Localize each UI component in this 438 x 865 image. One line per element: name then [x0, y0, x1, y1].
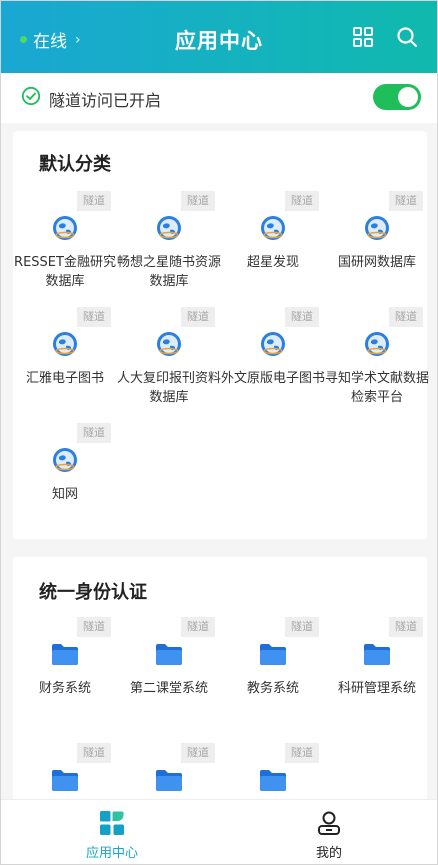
app-label: 寻知学术文献数据检索平台: [325, 371, 430, 405]
app-label: 财务系统: [38, 681, 91, 696]
app-label: 科研管理系统: [337, 681, 416, 696]
section-title: 统一身份认证: [39, 582, 147, 603]
tunnel-tag: 隧道: [389, 307, 423, 327]
app-label: 汇雅电子图书: [25, 371, 104, 386]
tunnel-tag: 隧道: [389, 191, 423, 211]
tunnel-tag: 隧道: [285, 191, 319, 211]
folder-icon: [154, 765, 184, 795]
globe-icon: [50, 445, 80, 475]
app-tile[interactable]: 隧道 RESSET金融研究数据库: [13, 191, 117, 301]
tunnel-tag: 隧道: [77, 617, 111, 637]
toggle-knob: [398, 87, 418, 107]
app-label: 外文原版电子图书: [221, 371, 326, 386]
nav-app-center[interactable]: 应用中心: [37, 800, 187, 865]
section-title: 默认分类: [39, 154, 111, 175]
section-unified-auth: 统一身份认证 隧道财务系统隧道第二课堂系统隧道教务系统隧道科研管理系统隧道人事系…: [13, 557, 427, 817]
app-tile[interactable]: 隧道第二课堂系统: [117, 617, 221, 727]
check-circle-icon: [21, 86, 41, 106]
tunnel-tag: 隧道: [77, 307, 111, 327]
tunnel-tag: 隧道: [285, 743, 319, 763]
section-default-category: 默认分类 隧道 RESSET金融研究数据库 隧道 畅想之星随书资源数据库 隧道 超星发现隧…: [13, 131, 429, 539]
app-label: 教务系统: [246, 681, 299, 696]
tunnel-tag: 隧道: [181, 307, 215, 327]
folder-icon: [154, 639, 184, 669]
app-tile[interactable]: 隧道畅想之星随书资源数据库: [117, 191, 221, 301]
grid-icon[interactable]: [351, 25, 375, 49]
tunnel-tag: 隧道: [181, 191, 215, 211]
tunnel-toggle[interactable]: [373, 84, 421, 110]
globe-icon: [50, 213, 80, 243]
search-icon[interactable]: [395, 25, 419, 49]
globe-icon: [154, 213, 184, 243]
app-tile[interactable]: 隧道科研管理系统: [325, 617, 427, 727]
globe-icon: [258, 213, 288, 243]
app-tile[interactable]: 隧道人大复印报刊资料数据库: [117, 307, 221, 417]
tunnel-status-text: 隧道访问已开启: [49, 91, 162, 110]
tunnel-tag: 隧道: [77, 743, 111, 763]
nav-label: 应用中心: [85, 846, 138, 861]
nav-label: 我的: [315, 846, 342, 861]
folder-icon: [362, 639, 392, 669]
user-icon: [318, 811, 340, 835]
tunnel-tag: 隧道: [181, 743, 215, 763]
tunnel-tag: 隧道: [389, 617, 423, 637]
globe-icon: [258, 329, 288, 359]
app-tile[interactable]: 隧道超星发现: [221, 191, 325, 301]
tunnel-tag: 隧道: [181, 617, 215, 637]
globe-icon: [154, 329, 184, 359]
folder-icon: [258, 639, 288, 669]
app-tile[interactable]: 隧道汇雅电子图书: [13, 307, 117, 417]
app-tile[interactable]: 隧道国研网数据库: [325, 191, 429, 301]
folder-icon: [50, 765, 80, 795]
apps-icon: [100, 811, 124, 835]
tunnel-status-bar: 隧道访问已开启: [1, 73, 437, 123]
app-header: 在线 › 应用中心: [1, 1, 437, 73]
tunnel-tag: 隧道: [77, 191, 111, 211]
app-label: 人大复印报刊资料数据库: [117, 371, 222, 405]
app-label: 超星发现: [246, 255, 299, 270]
app-label: 知网: [51, 487, 78, 502]
bottom-nav: 应用中心 我的: [1, 799, 437, 864]
app-label: 国研网数据库: [337, 255, 416, 270]
globe-icon: [50, 329, 80, 359]
tunnel-tag: 隧道: [77, 423, 111, 443]
globe-icon: [362, 213, 392, 243]
app-label: 畅想之星随书资源数据库: [117, 255, 222, 289]
app-label: 第二课堂系统: [129, 681, 208, 696]
app-tile[interactable]: 隧道财务系统: [13, 617, 117, 727]
app-tile[interactable]: 隧道知网: [13, 423, 117, 533]
globe-icon: [362, 329, 392, 359]
app-label: RESSET金融研究数据库: [14, 255, 116, 289]
app-tile[interactable]: 隧道寻知学术文献数据检索平台: [325, 307, 429, 417]
folder-icon: [50, 639, 80, 669]
app-tile[interactable]: 隧道教务系统: [221, 617, 325, 727]
nav-mine[interactable]: 我的: [254, 800, 404, 865]
app-tile[interactable]: 隧道外文原版电子图书: [221, 307, 325, 417]
folder-icon: [258, 765, 288, 795]
tunnel-tag: 隧道: [285, 617, 319, 637]
tunnel-tag: 隧道: [285, 307, 319, 327]
